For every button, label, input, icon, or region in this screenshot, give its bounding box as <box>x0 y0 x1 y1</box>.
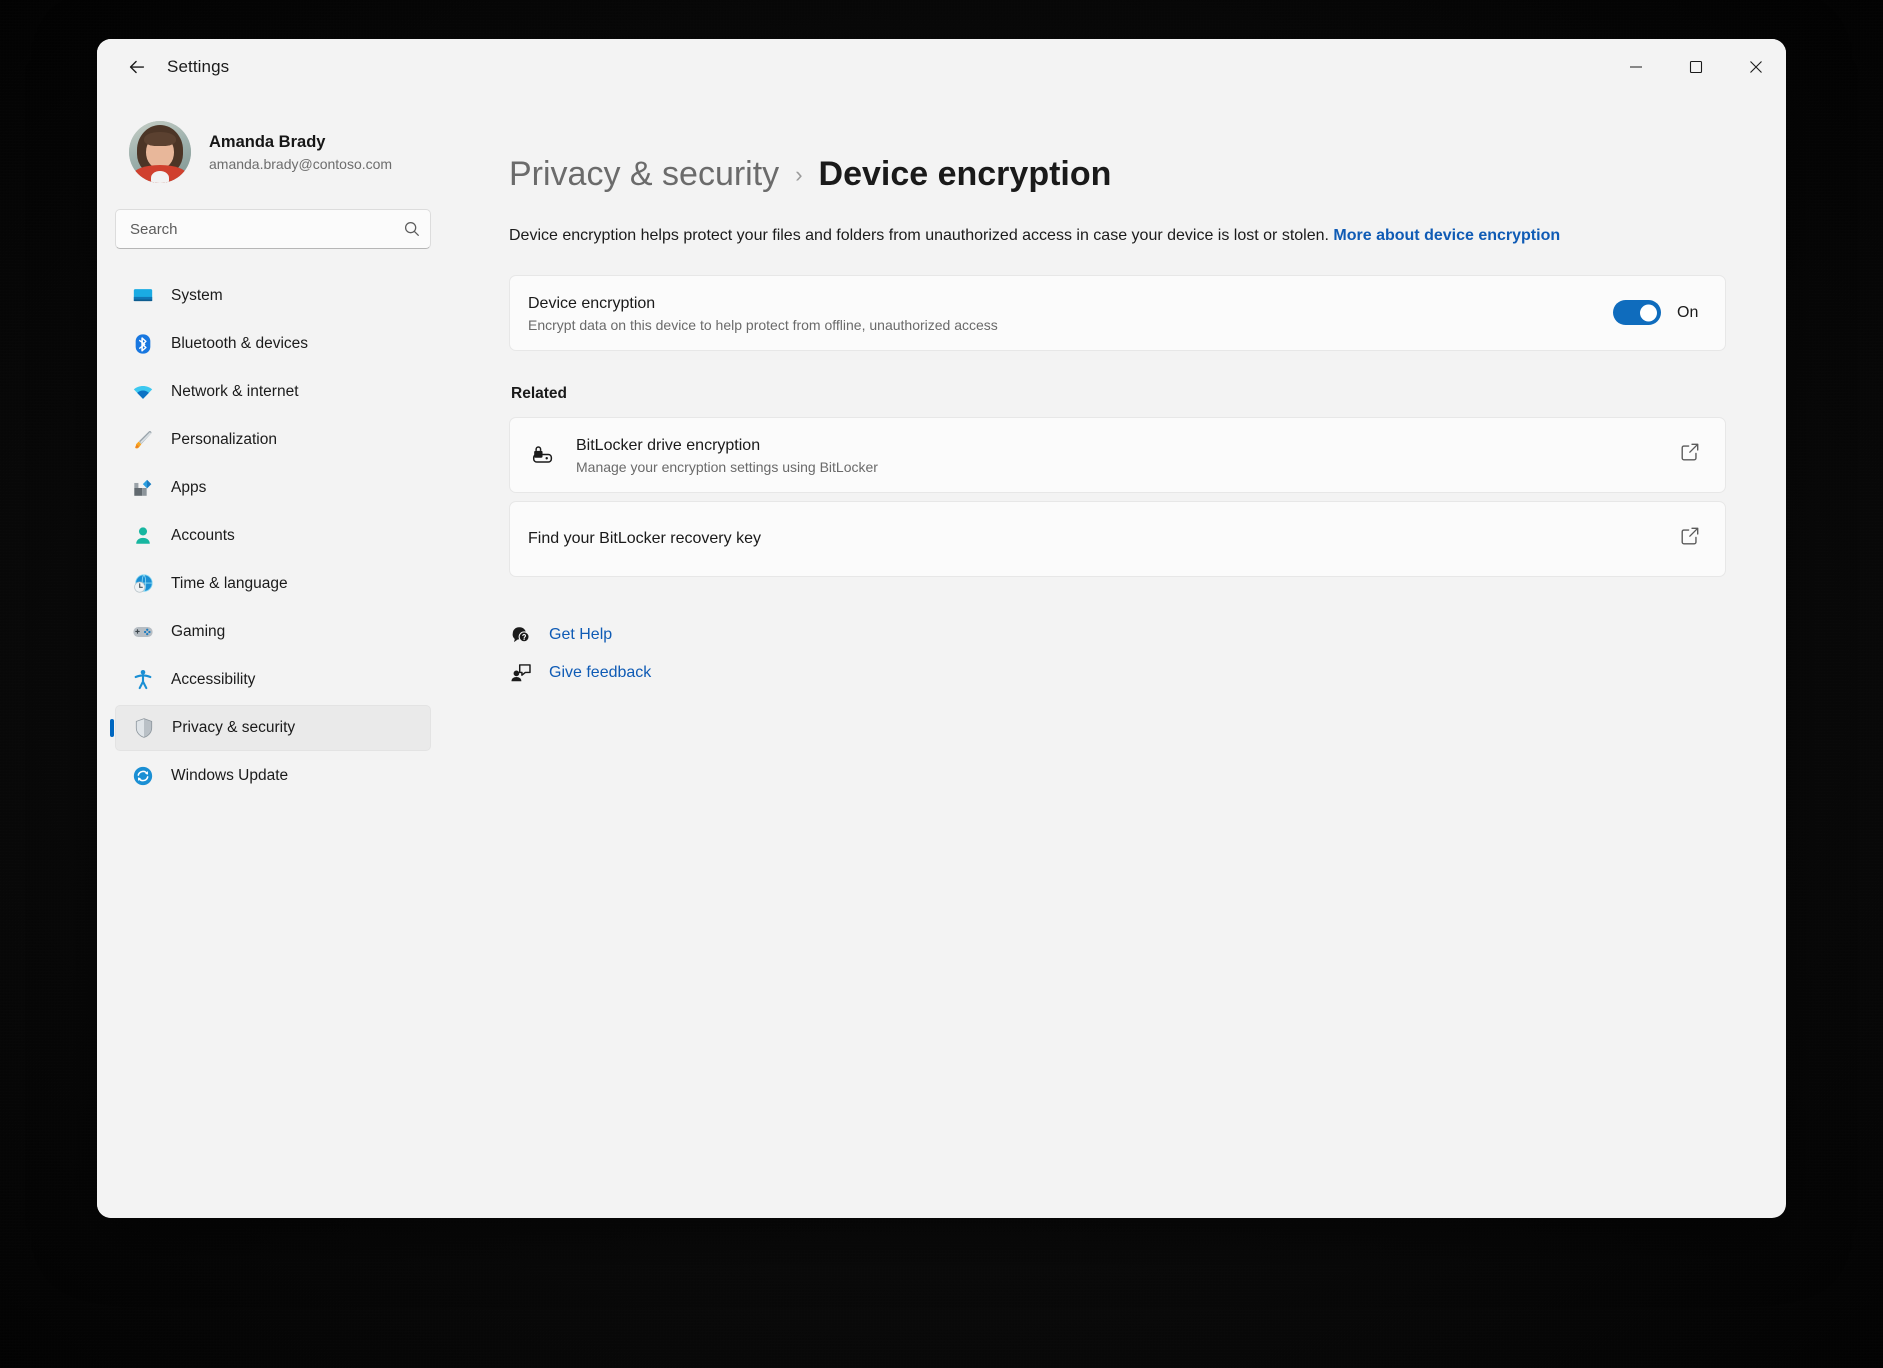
settings-window: Settings Amanda Brady amanda.brady@conto… <box>97 39 1786 1218</box>
device-encryption-toggle-state: On <box>1677 303 1699 321</box>
close-button[interactable] <box>1726 39 1786 95</box>
search-button[interactable] <box>403 209 421 249</box>
sidebar-item-network-internet[interactable]: Network & internet <box>115 369 431 415</box>
search-icon <box>404 221 419 236</box>
sidebar-item-time-language[interactable]: Time & language <box>115 561 431 607</box>
person-icon <box>131 524 155 548</box>
help-question-icon <box>509 623 533 647</box>
related-heading: Related <box>511 384 567 402</box>
back-button[interactable] <box>115 49 159 85</box>
find-recovery-key-row[interactable]: Find your BitLocker recovery key <box>509 500 1726 577</box>
page-description: Device encryption helps protect your fil… <box>509 224 1644 249</box>
page-description-text: Device encryption helps protect your fil… <box>509 227 1334 244</box>
close-icon <box>1750 61 1762 73</box>
title-bar: Settings <box>97 39 1786 95</box>
sidebar-item-label: Apps <box>171 479 207 496</box>
external-link-icon[interactable] <box>1679 441 1701 468</box>
sidebar-item-windows-update[interactable]: Windows Update <box>115 753 431 799</box>
sidebar-item-gaming[interactable]: Gaming <box>115 609 431 655</box>
search-box <box>115 209 431 249</box>
device-encryption-toggle[interactable] <box>1613 300 1661 326</box>
wifi-icon <box>131 380 155 404</box>
device-encryption-subtitle: Encrypt data on this device to help prot… <box>528 317 998 334</box>
footer-link-label: Give feedback <box>549 663 652 681</box>
gamepad-icon <box>131 620 155 644</box>
breadcrumb: Privacy & security › Device encryption <box>509 155 1726 194</box>
bluetooth-icon <box>131 332 155 356</box>
profile-name: Amanda Brady <box>209 133 326 152</box>
related-item-title: BitLocker drive encryption <box>576 436 761 454</box>
sidebar-item-label: Time & language <box>171 575 288 592</box>
footer-links: Get Help Give feedback <box>509 623 1726 685</box>
clock-globe-icon <box>131 572 155 596</box>
related-item-subtitle: Manage your encryption settings using Bi… <box>576 459 878 476</box>
apps-grid-icon <box>131 476 155 500</box>
sidebar-item-label: Privacy & security <box>172 719 296 736</box>
minimize-button[interactable] <box>1606 39 1666 95</box>
sidebar: Amanda Brady amanda.brady@contoso.com Se… <box>97 95 449 1218</box>
sidebar-item-bluetooth-devices[interactable]: Bluetooth & devices <box>115 321 431 367</box>
bitlocker-drive-icon <box>528 440 558 470</box>
page-title: Device encryption <box>818 155 1112 193</box>
user-profile[interactable]: Amanda Brady amanda.brady@contoso.com <box>115 95 431 201</box>
monitor-icon <box>131 284 155 308</box>
shield-icon <box>132 716 156 740</box>
sidebar-item-label: Gaming <box>171 623 226 640</box>
toggle-knob <box>1640 304 1657 322</box>
more-about-device-encryption-link[interactable]: More about device encryption <box>1333 227 1560 244</box>
external-link-icon[interactable] <box>1679 525 1701 552</box>
maximize-icon <box>1689 60 1703 74</box>
paintbrush-icon <box>131 428 155 452</box>
footer-link-label: Get Help <box>549 625 613 643</box>
sidebar-item-apps[interactable]: Apps <box>115 465 431 511</box>
accessibility-person-icon <box>131 668 155 692</box>
sidebar-item-accessibility[interactable]: Accessibility <box>115 657 431 703</box>
sidebar-item-personalization[interactable]: Personalization <box>115 417 431 463</box>
avatar <box>129 121 191 183</box>
breadcrumb-parent[interactable]: Privacy & security <box>509 155 779 194</box>
minimize-icon <box>1630 66 1642 68</box>
main-content: Privacy & security › Device encryption D… <box>449 95 1786 1218</box>
sidebar-item-privacy-security[interactable]: Privacy & security <box>115 705 431 751</box>
sidebar-item-label: Accounts <box>171 527 235 544</box>
related-item-title: Find your BitLocker recovery key <box>528 530 761 547</box>
window-title: Settings <box>167 57 230 76</box>
window-controls <box>1606 39 1786 95</box>
feedback-person-icon <box>509 661 533 685</box>
chevron-right-icon: › <box>795 161 803 187</box>
maximize-button[interactable] <box>1666 39 1726 95</box>
sidebar-item-accounts[interactable]: Accounts <box>115 513 431 559</box>
sidebar-item-label: Windows Update <box>171 767 289 784</box>
get-help-link[interactable]: Get Help <box>509 623 612 647</box>
device-encryption-title: Device encryption <box>528 294 656 312</box>
device-encryption-card: Device encryption Encrypt data on this d… <box>509 274 1726 351</box>
bitlocker-drive-encryption-row[interactable]: BitLocker drive encryption Manage your e… <box>509 416 1726 493</box>
sidebar-item-system[interactable]: System <box>115 273 431 319</box>
sidebar-nav: System Bluetooth & devices Network & int… <box>115 273 431 799</box>
sidebar-item-label: Bluetooth & devices <box>171 335 309 352</box>
arrow-left-icon <box>129 60 145 74</box>
sidebar-item-label: Personalization <box>171 431 277 448</box>
profile-email: amanda.brady@contoso.com <box>209 155 393 172</box>
sidebar-item-label: Network & internet <box>171 383 299 400</box>
search-input[interactable] <box>115 209 431 249</box>
sidebar-item-label: System <box>171 287 223 304</box>
refresh-circle-icon <box>131 764 155 788</box>
sidebar-item-label: Accessibility <box>171 671 256 688</box>
give-feedback-link[interactable]: Give feedback <box>509 661 651 685</box>
